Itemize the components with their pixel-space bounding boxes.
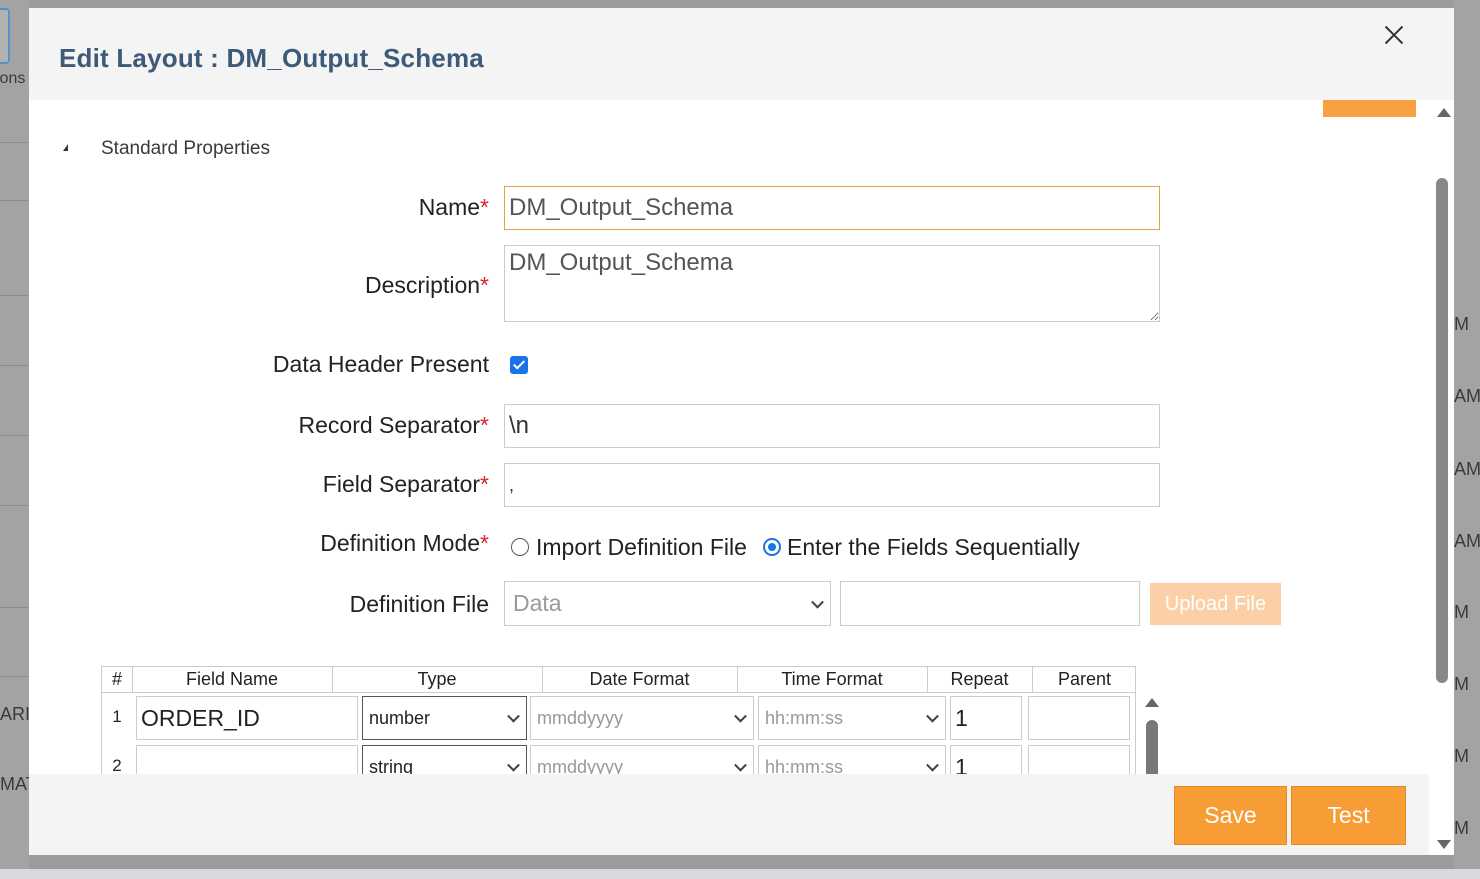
import-definition-radio-label[interactable]: Import Definition File xyxy=(536,534,747,561)
chevron-down-icon xyxy=(926,709,939,723)
date-format-select-value: mmddyyyy xyxy=(537,707,624,728)
close-icon[interactable] xyxy=(1379,20,1409,50)
dialog-title: Edit Layout : DM_Output_Schema xyxy=(59,43,484,73)
grid-header-separator xyxy=(332,667,333,693)
import-definition-radio[interactable] xyxy=(511,538,529,556)
background-divider xyxy=(0,200,29,201)
background-text: M xyxy=(1454,746,1469,766)
grid-header-date-format: Date Format xyxy=(542,667,737,693)
grid-row-number: 2 xyxy=(112,756,122,775)
save-button[interactable]: Save xyxy=(1174,786,1287,845)
grid-header-separator xyxy=(542,667,543,693)
chevron-down-icon xyxy=(734,709,747,723)
scroll-up-arrow-icon[interactable] xyxy=(1437,108,1451,117)
grid-header-time-format: Time Format xyxy=(737,667,927,693)
background-text: M xyxy=(1454,602,1469,622)
background-text: AM xyxy=(1454,531,1480,551)
name-label: Name* xyxy=(418,194,489,220)
definition-file-path-input[interactable] xyxy=(840,581,1140,626)
background-divider xyxy=(0,295,29,296)
section-title[interactable]: Standard Properties xyxy=(101,138,270,160)
description-label: Description* xyxy=(365,272,489,298)
grid-header-separator xyxy=(1032,667,1033,693)
dialog-scrollbar[interactable] xyxy=(1434,100,1454,855)
background-text: ARI xyxy=(0,704,31,724)
field-name-input[interactable]: ORDER_ID xyxy=(136,696,358,740)
grid-header-separator xyxy=(737,667,738,693)
parent-input[interactable] xyxy=(1028,696,1130,740)
grid-header-separator xyxy=(927,667,928,693)
background-text: M xyxy=(1454,314,1469,334)
grid-header-parent: Parent xyxy=(1032,667,1135,693)
dialog-header: Edit Layout : DM_Output_Schema xyxy=(29,8,1454,100)
time-format-select-value: hh:mm:ss xyxy=(765,707,844,728)
background-text: AM xyxy=(1454,386,1480,406)
description-textarea[interactable]: DM_Output_Schema xyxy=(504,245,1160,322)
background-divider xyxy=(0,676,29,677)
background-text: M xyxy=(1454,818,1469,838)
grid-header-field-name: Field Name xyxy=(132,667,332,693)
data-header-label: Data Header Present xyxy=(272,351,489,377)
background-button xyxy=(0,8,10,64)
record-separator-label: Record Separator* xyxy=(298,412,490,438)
fields-grid: # Field Name Type Date Format Time Forma… xyxy=(101,666,1136,784)
chevron-down-icon xyxy=(507,709,520,723)
background-divider xyxy=(0,142,29,143)
enter-fields-radio[interactable] xyxy=(763,538,781,556)
chevron-down-icon xyxy=(926,758,939,772)
definition-file-select[interactable]: Data xyxy=(504,581,831,626)
chevron-down-icon xyxy=(507,758,520,772)
grid-row-number: 1 xyxy=(112,707,122,726)
background-divider xyxy=(0,607,29,608)
grid-header-separator xyxy=(132,667,133,693)
definition-file-label: Definition File xyxy=(349,591,489,617)
time-format-select[interactable]: hh:mm:ss xyxy=(758,696,946,740)
repeat-input[interactable]: 1 xyxy=(950,696,1022,740)
grid-header-repeat: Repeat xyxy=(927,667,1032,693)
scroll-down-arrow-icon[interactable] xyxy=(1437,840,1451,849)
field-separator-input[interactable] xyxy=(504,463,1160,507)
field-separator-label: Field Separator* xyxy=(322,471,489,497)
background-text: AM xyxy=(1454,459,1480,479)
type-select-value: number xyxy=(369,707,431,728)
test-button[interactable]: Test xyxy=(1291,786,1406,845)
data-header-checkbox[interactable] xyxy=(510,356,528,374)
name-input[interactable] xyxy=(504,186,1160,230)
upload-file-button[interactable]: Upload File xyxy=(1150,583,1281,625)
background-text: M xyxy=(1454,674,1469,694)
dialog-scrollbar-thumb[interactable] xyxy=(1436,178,1448,683)
record-separator-input[interactable] xyxy=(504,404,1160,448)
collapse-triangle-icon[interactable] xyxy=(63,144,68,151)
background-text: ions xyxy=(0,70,26,87)
type-select[interactable]: number xyxy=(362,696,527,740)
grid-header-type: Type xyxy=(332,667,542,693)
definition-mode-label: Definition Mode* xyxy=(320,530,489,556)
background-left-panel: ions ARI MAT xyxy=(0,0,37,879)
background-divider xyxy=(0,365,29,366)
enter-fields-radio-label[interactable]: Enter the Fields Sequentially xyxy=(787,534,1080,561)
grid-header-num: # xyxy=(102,667,132,693)
scroll-up-arrow-icon[interactable] xyxy=(1145,698,1159,707)
date-format-select[interactable]: mmddyyyy xyxy=(530,696,754,740)
background-divider xyxy=(0,505,29,506)
chevron-down-icon xyxy=(734,758,747,772)
edit-layout-dialog: Edit Layout : DM_Output_Schema Standard … xyxy=(29,8,1454,855)
background-divider xyxy=(0,435,29,436)
orange-tab-fragment xyxy=(1323,100,1416,117)
background-right-panel: M AM AM AM M M M M xyxy=(1454,0,1480,879)
bottom-strip xyxy=(0,869,1480,879)
definition-file-select-value: Data xyxy=(513,590,562,616)
chevron-down-icon xyxy=(811,595,824,609)
